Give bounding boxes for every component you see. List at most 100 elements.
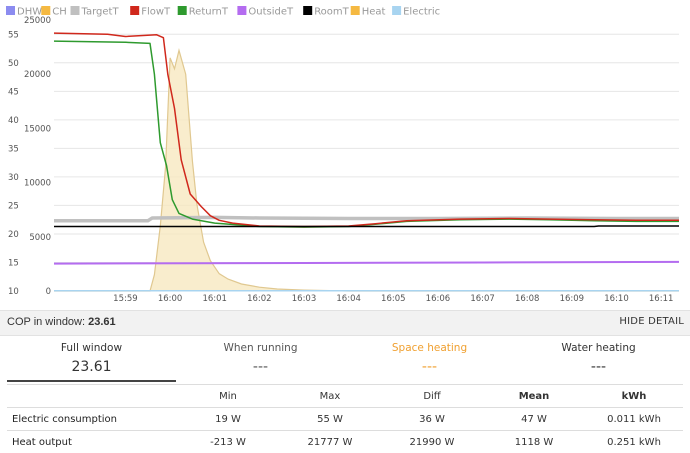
cop-value: 23.61 [88,316,116,328]
header-min: Min [177,385,279,408]
table-row-electric-consumption: Electric consumption 19 W 55 W 36 W 47 W… [7,408,683,431]
series-flowt-line [54,33,679,226]
x-tick-label: 16:01 [202,294,227,304]
y-right-tick-label: 0 [46,287,51,297]
tab-when-running[interactable]: When running --- [176,338,345,380]
legend-swatch [237,6,246,15]
legend-label: TargetT [81,7,120,18]
x-tick-label: 16:02 [247,294,272,304]
legend-item-targett[interactable]: TargetT [71,6,120,18]
cell-diff: 21990 W [381,431,483,453]
y-axis-right: 0 5000 10000 15000 20000 25000 [24,16,51,297]
cell-kwh: 0.011 kWh [585,408,683,431]
hide-detail-button[interactable]: HIDE DETAIL [619,316,684,327]
cell-max: 55 W [279,408,381,431]
x-tick-label: 16:05 [381,294,406,304]
series-returnt-line [54,41,679,227]
header-blank [7,385,177,408]
tab-water-heating[interactable]: Water heating --- [514,338,683,380]
y-right-tick-label: 25000 [24,16,51,26]
x-tick-label: 15:59 [113,294,138,304]
chart-legend: DHWCHTargetTFlowTReturnTOutsideTRoomTHea… [6,6,440,18]
tab-label: When running [176,342,345,354]
cop-summary-bar: COP in window: 23.61 HIDE DETAIL [0,310,690,336]
tab-full-window[interactable]: Full window 23.61 [7,338,176,382]
legend-swatch [303,6,312,15]
legend-swatch [6,6,15,15]
x-tick-label: 16:09 [560,294,585,304]
cell-mean: 1118 W [483,431,585,453]
cell-diff: 36 W [381,408,483,431]
y-left-tick-label: 30 [8,173,19,183]
cell-kwh: 0.251 kWh [585,431,683,453]
legend-swatch [130,6,139,15]
y-right-tick-label: 10000 [24,179,51,189]
legend-swatch [351,6,360,15]
table-header-row: Min Max Diff Mean kWh [7,385,683,408]
temperature-power-chart: DHWCHTargetTFlowTReturnTOutsideTRoomTHea… [0,0,690,310]
legend-label: Heat [362,7,386,18]
legend-label: OutsideT [248,7,294,18]
y-right-tick-label: 20000 [24,70,51,80]
legend-item-flowt[interactable]: FlowT [130,6,171,18]
row-label: Heat output [7,431,177,453]
chart-series [54,33,679,291]
tab-label: Full window [7,342,176,354]
tab-value: 23.61 [7,359,176,375]
tab-label: Space heating [345,342,514,354]
legend-swatch [178,6,187,15]
x-tick-label: 16:04 [336,294,361,304]
y-left-tick-label: 20 [8,230,19,240]
tab-value: --- [176,359,345,375]
legend-label: FlowT [141,7,171,18]
header-diff: Diff [381,385,483,408]
series-heat-line [54,50,679,291]
tab-space-heating[interactable]: Space heating --- [345,338,514,380]
series-heat-area [54,50,679,291]
series-roomt-line [54,226,679,227]
x-axis: 15:5916:0016:0116:0216:0316:0416:0516:06… [113,294,673,304]
legend-swatch [71,6,80,15]
legend-item-heat[interactable]: Heat [351,6,386,18]
legend-item-roomt[interactable]: RoomT [303,6,349,18]
legend-item-electric[interactable]: Electric [392,6,440,18]
x-tick-label: 16:11 [649,294,674,304]
legend-item-outsidet[interactable]: OutsideT [237,6,294,18]
tab-value: --- [514,359,683,375]
y-left-tick-label: 45 [8,87,19,97]
cell-min: 19 W [177,408,279,431]
legend-label: RoomT [314,7,349,18]
header-mean: Mean [483,385,585,408]
tab-label: Water heating [514,342,683,354]
cop-in-window: COP in window: 23.61 [7,316,116,328]
row-label: Electric consumption [7,408,177,431]
cell-mean: 47 W [483,408,585,431]
y-left-tick-label: 50 [8,59,19,69]
cell-max: 21777 W [279,431,381,453]
table-row-heat-output: Heat output -213 W 21777 W 21990 W 1118 … [7,431,683,453]
y-left-tick-label: 15 [8,258,19,268]
chart-gridlines [54,34,679,291]
x-tick-label: 16:00 [158,294,183,304]
x-tick-label: 16:07 [470,294,495,304]
cop-tabs: Full window 23.61 When running --- Space… [7,338,683,382]
legend-swatch [392,6,401,15]
cop-label: COP in window: [7,316,85,328]
y-left-tick-label: 40 [8,116,19,126]
x-tick-label: 16:08 [515,294,540,304]
y-right-tick-label: 5000 [29,233,51,243]
x-tick-label: 16:10 [604,294,629,304]
legend-label: Electric [403,7,440,18]
legend-item-returnt[interactable]: ReturnT [178,6,229,18]
x-tick-label: 16:06 [426,294,451,304]
cell-min: -213 W [177,431,279,453]
y-axis-left: 10152025303540455055 [8,30,19,297]
header-kwh: kWh [585,385,683,408]
legend-label: CH [52,7,67,18]
y-left-tick-label: 35 [8,144,19,154]
header-max: Max [279,385,381,408]
legend-label: ReturnT [189,7,229,18]
y-right-tick-label: 15000 [24,124,51,134]
y-left-tick-label: 25 [8,201,19,211]
y-left-tick-label: 55 [8,30,19,40]
